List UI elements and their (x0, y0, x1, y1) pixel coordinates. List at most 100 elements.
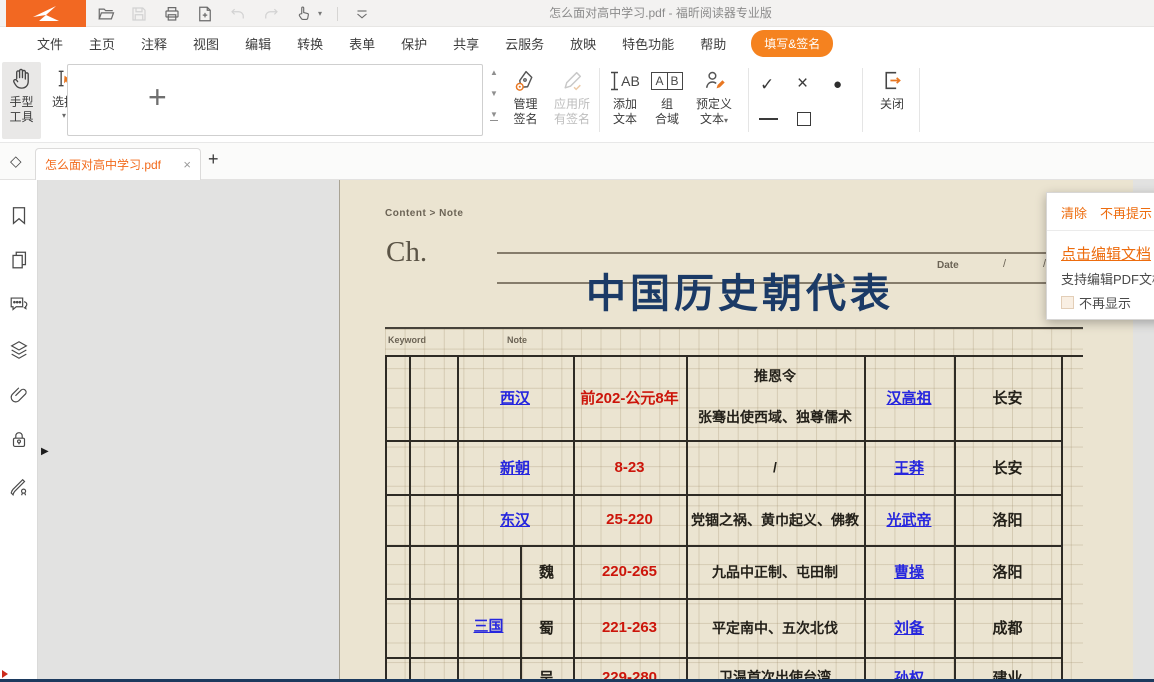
tab-fill-and-sign[interactable]: 填写&签名 (751, 30, 833, 57)
dynasty-link[interactable]: 西汉 (500, 387, 530, 408)
events-cell: 平定南中、五次北伐 (686, 598, 864, 657)
chapter-label: Ch. (386, 236, 427, 269)
content-area: ▶ Content > Note Ch. Date / / 中国历史朝代表 Ke… (0, 180, 1154, 682)
document-tab-label: 怎么面对高中学习.pdf (45, 156, 161, 173)
predefined-text-button[interactable]: 预定义文本▾ (688, 62, 740, 139)
founder-link[interactable]: 曹操 (894, 561, 924, 582)
table-line (409, 355, 411, 682)
menu-cloud[interactable]: 云服务 (492, 34, 557, 53)
events-cell: / (686, 440, 864, 494)
founder-link[interactable]: 汉高祖 (886, 387, 931, 408)
pages-panel-icon[interactable] (8, 249, 30, 271)
menu-form[interactable]: 表单 (336, 34, 388, 53)
line-stamp-button[interactable] (759, 118, 778, 120)
period-cell: 221-263 (573, 598, 686, 657)
pen-nib-icon (513, 68, 538, 93)
letter-a: A (651, 72, 666, 90)
combine-field-icon: A B (651, 68, 682, 93)
capital-cell: 洛阳 (954, 545, 1061, 598)
ribbon-separator (919, 68, 920, 132)
dynasty-link[interactable]: 新朝 (500, 457, 530, 478)
manage-signature-button[interactable]: 管理签名 (504, 62, 547, 139)
edit-document-popup: 清除 不再提示 点击编辑文档 支持编辑PDF文档 不再显示 (1046, 192, 1154, 320)
event-line: 推恩令 (754, 366, 796, 386)
apply-all-label-1: 应用所 (554, 97, 590, 111)
security-panel-icon[interactable] (8, 429, 30, 451)
ab-letters: AB (621, 73, 640, 89)
subname-cell: 蜀 (520, 598, 573, 657)
founder-link[interactable]: 光武帝 (886, 509, 931, 530)
exit-icon (880, 68, 905, 93)
menu-features[interactable]: 特色功能 (609, 34, 687, 53)
caret-down-icon: ▾ (62, 111, 66, 120)
navigation-icon-strip (0, 180, 38, 682)
menu-view[interactable]: 视图 (180, 34, 232, 53)
cross-stamp-button[interactable]: × (797, 75, 808, 92)
predefined-text-label-2: 文本 (700, 112, 724, 126)
founder-link[interactable]: 刘备 (894, 617, 924, 638)
new-tab-button[interactable]: + (208, 149, 219, 170)
events-cell: 推恩令 张骞出使西域、独尊儒术 (686, 355, 864, 440)
add-signature-plus-icon[interactable]: + (148, 79, 167, 116)
ribbon-separator (599, 68, 600, 132)
menu-home[interactable]: 主页 (76, 34, 128, 53)
open-file-icon[interactable] (97, 5, 115, 23)
layers-panel-icon[interactable] (8, 339, 30, 361)
menu-protect[interactable]: 保护 (388, 34, 440, 53)
signatures-panel-icon[interactable] (8, 476, 30, 498)
dont-show-checkbox[interactable] (1061, 296, 1074, 309)
table-line (385, 355, 387, 682)
apply-all-signatures-button: 应用所有签名 (548, 62, 596, 139)
popup-no-more-prompt-link[interactable]: 不再提示 (1100, 203, 1152, 222)
diamond-tool-icon[interactable]: ◇ (10, 152, 22, 170)
page-breadcrumb: Content > Note (385, 208, 463, 219)
predefined-text-label-1: 预定义 (696, 97, 732, 111)
panel-expand-arrow-icon[interactable]: ▶ (41, 446, 49, 457)
pen-icon (560, 68, 585, 93)
signature-list-box[interactable]: + (67, 64, 483, 136)
comments-panel-icon[interactable] (8, 293, 30, 315)
popup-edit-document-link[interactable]: 点击编辑文档 (1061, 243, 1151, 264)
popup-clear-link[interactable]: 清除 (1061, 203, 1087, 222)
group-link[interactable]: 三国 (473, 615, 503, 636)
red-marker-icon (2, 670, 8, 678)
add-text-button[interactable]: AB 添加文本 (604, 62, 646, 139)
document-tab[interactable]: 怎么面对高中学习.pdf × (35, 148, 201, 180)
close-fill-sign-button[interactable]: 关闭 (869, 62, 915, 139)
period-cell: 8-23 (573, 440, 686, 494)
manage-signature-label-1: 管理 (513, 97, 537, 111)
hand-tool-button[interactable]: 手型工具 (2, 62, 41, 139)
dot-stamp-button[interactable]: ● (833, 76, 842, 93)
scroll-to-end-icon[interactable]: ▼ (490, 110, 498, 121)
founder-link[interactable]: 王莽 (894, 457, 924, 478)
add-text-label-2: 文本 (613, 112, 637, 126)
menu-comment[interactable]: 注释 (128, 34, 180, 53)
menu-convert[interactable]: 转换 (284, 34, 336, 53)
save-icon[interactable] (130, 5, 148, 23)
bookmarks-panel-icon[interactable] (8, 205, 30, 227)
pdf-page[interactable]: Content > Note Ch. Date / / 中国历史朝代表 Keyw… (340, 180, 1133, 682)
events-cell: 九品中正制、屯田制 (686, 545, 864, 598)
founder-cell: 光武帝 (864, 494, 954, 545)
menu-help[interactable]: 帮助 (687, 34, 739, 53)
capital-cell: 洛阳 (954, 494, 1061, 545)
capital-cell: 成都 (954, 598, 1061, 657)
menu-file[interactable]: 文件 (24, 34, 76, 53)
tab-close-icon[interactable]: × (177, 157, 191, 172)
scroll-up-icon[interactable]: ▲ (490, 68, 498, 78)
check-stamp-button[interactable]: ✓ (760, 76, 774, 93)
combine-field-button[interactable]: A B 组合域 (647, 62, 687, 139)
apply-all-label-2: 有签名 (554, 112, 590, 126)
menu-edit[interactable]: 编辑 (232, 34, 284, 53)
foxit-logo-icon[interactable] (6, 0, 86, 27)
square-stamp-button[interactable] (797, 112, 811, 126)
founder-cell: 汉高祖 (864, 355, 954, 440)
attachments-panel-icon[interactable] (8, 384, 30, 406)
table-row: 西汉 (457, 355, 573, 440)
manage-signature-label-2: 签名 (513, 112, 537, 126)
dynasty-link[interactable]: 东汉 (500, 509, 530, 530)
scroll-down-icon[interactable]: ▼ (490, 89, 498, 99)
header-line (497, 252, 1089, 254)
menu-share[interactable]: 共享 (440, 34, 492, 53)
menu-present[interactable]: 放映 (557, 34, 609, 53)
